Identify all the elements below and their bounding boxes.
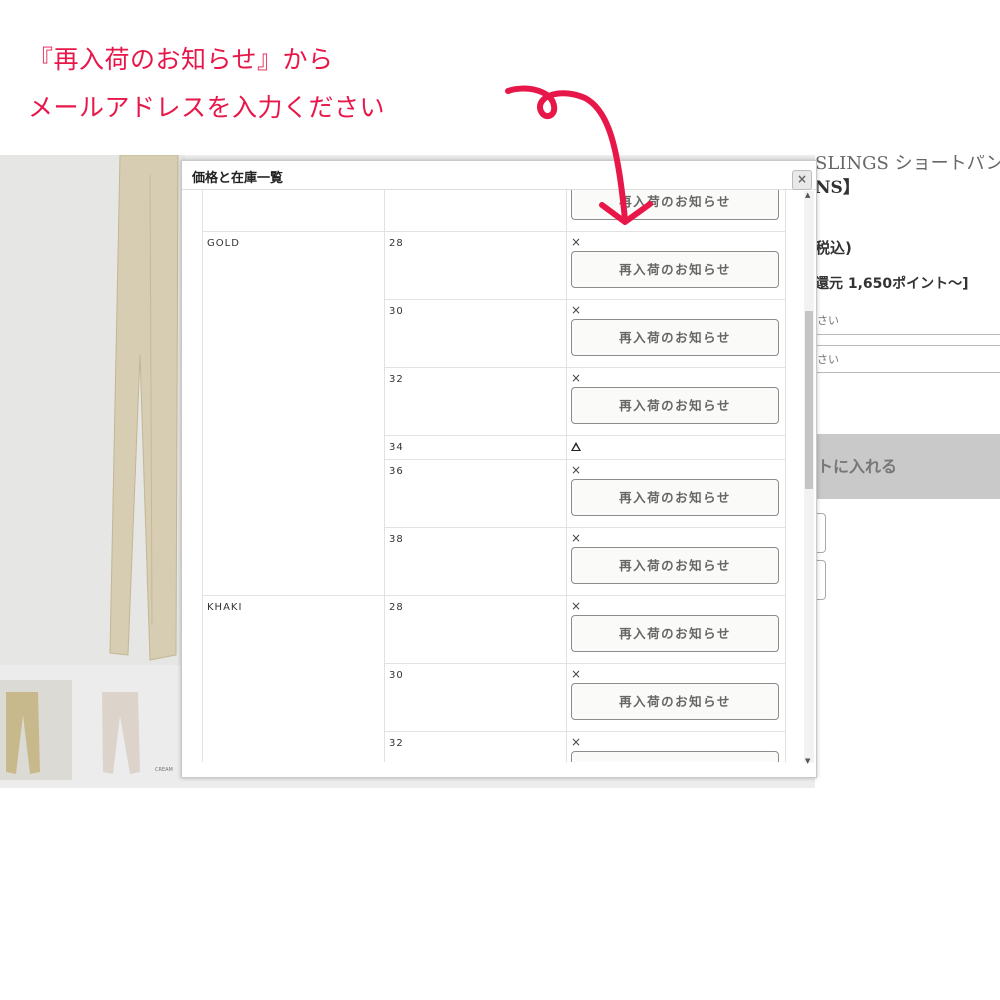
- size-cell: 28: [384, 595, 567, 664]
- restock-notify-button[interactable]: 再入荷のお知らせ: [571, 251, 779, 288]
- restock-notify-button[interactable]: 再入荷のお知らせ: [571, 387, 779, 424]
- stock-status: ×: [571, 735, 583, 749]
- size-cell: 34: [384, 435, 567, 460]
- table-row: GOLD 28 × 再入荷のお知らせ: [202, 231, 786, 596]
- thumb-cream-image: [102, 692, 140, 774]
- color-cell: GOLD: [202, 231, 385, 596]
- color-cell: KHAKI: [202, 595, 385, 762]
- stock-cell: × 再入荷のお知らせ: [566, 367, 786, 436]
- annotation-line-2: メールアドレスを入力ください: [28, 93, 386, 122]
- stock-status: ×: [571, 371, 583, 385]
- thumb-gold-image: [6, 692, 40, 774]
- restock-notify-button[interactable]: 再入荷のお知らせ: [571, 547, 779, 584]
- restock-notify-button[interactable]: 再入荷のお知らせ: [571, 319, 779, 356]
- product-info-panel: SLINGS ショートパンツ NS】 税込) 還元 1,650ポイント〜] さい…: [805, 155, 1000, 788]
- color-select[interactable]: さい: [815, 307, 1000, 335]
- stock-cell: [566, 435, 786, 460]
- thumbnail-cream[interactable]: [80, 680, 180, 780]
- stock-cell: × 再入荷のお知らせ: [566, 459, 786, 528]
- size-cell: 30: [384, 663, 567, 732]
- thumbnail-label: CREAM: [155, 767, 173, 773]
- scroll-up-icon[interactable]: ▲: [805, 191, 810, 199]
- table-row: KHAKI 28 × 再入荷のお知らせ: [202, 595, 786, 762]
- stock-status: ×: [571, 531, 583, 545]
- price-stock-modal: 価格と在庫一覧 × 再入荷のお知らせ GOLD 28 × 再入荷のお知らせ 30 × 再入荷…: [181, 160, 817, 778]
- point-fragment: 還元 1,650ポイント〜]: [815, 276, 969, 292]
- annotation-arrow: [505, 85, 653, 225]
- close-icon[interactable]: ×: [792, 170, 812, 190]
- stock-table: 再入荷のお知らせ GOLD 28 × 再入荷のお知らせ 30 × 再入荷のお知らせ 32 × 再入…: [202, 190, 786, 762]
- stock-cell: × 再入荷のお知らせ: [566, 663, 786, 732]
- scroll-down-icon[interactable]: ▼: [805, 757, 810, 765]
- stock-status: ×: [571, 599, 583, 613]
- thumbnail-gold[interactable]: [0, 680, 72, 780]
- annotation-line-1: 『再入荷のお知らせ』から: [28, 45, 334, 74]
- size-cell: 36: [384, 459, 567, 528]
- stock-status: [571, 439, 781, 455]
- stock-cell: × 再入荷のお知らせ: [566, 527, 786, 596]
- pants-image: [109, 155, 179, 661]
- restock-notify-button[interactable]: 再入荷のお知らせ: [571, 683, 779, 720]
- size-cell: 30: [384, 299, 567, 368]
- size-select[interactable]: さい: [815, 345, 1000, 373]
- color-cell: [202, 190, 385, 232]
- restock-notify-button[interactable]: 再入荷のお知らせ: [571, 751, 779, 762]
- stock-cell: ×再入荷のお知らせ: [566, 231, 786, 300]
- stock-status: ×: [571, 303, 583, 317]
- low-stock-icon: [571, 442, 581, 451]
- add-to-cart-button[interactable]: トに入れる: [815, 434, 1000, 499]
- restock-notify-button[interactable]: 再入荷のお知らせ: [571, 479, 779, 516]
- size-cell: 32: [384, 367, 567, 436]
- size-cell: 28: [384, 231, 567, 300]
- size-cell: 38: [384, 527, 567, 596]
- stock-cell: × 再入荷のお知らせ: [566, 595, 786, 664]
- scroll-thumb[interactable]: [805, 311, 813, 489]
- stock-cell: × 再入荷のお知らせ: [566, 731, 786, 762]
- price-tax-fragment: 税込): [815, 239, 852, 257]
- stock-cell: × 再入荷のお知らせ: [566, 299, 786, 368]
- product-photo: [0, 155, 185, 665]
- size-cell: 32: [384, 731, 567, 762]
- product-subtitle-fragment: NS】: [815, 178, 860, 198]
- modal-title: 価格と在庫一覧: [192, 171, 284, 186]
- restock-notify-button[interactable]: 再入荷のお知らせ: [571, 615, 779, 652]
- product-title-fragment: SLINGS ショートパンツ: [815, 155, 1000, 174]
- modal-body: 再入荷のお知らせ GOLD 28 × 再入荷のお知らせ 30 × 再入荷のお知らせ 32 × 再入…: [182, 190, 816, 762]
- stock-status: ×: [571, 463, 583, 477]
- stock-status: ×: [571, 667, 583, 681]
- modal-scrollbar[interactable]: ▲ ▼: [804, 191, 814, 765]
